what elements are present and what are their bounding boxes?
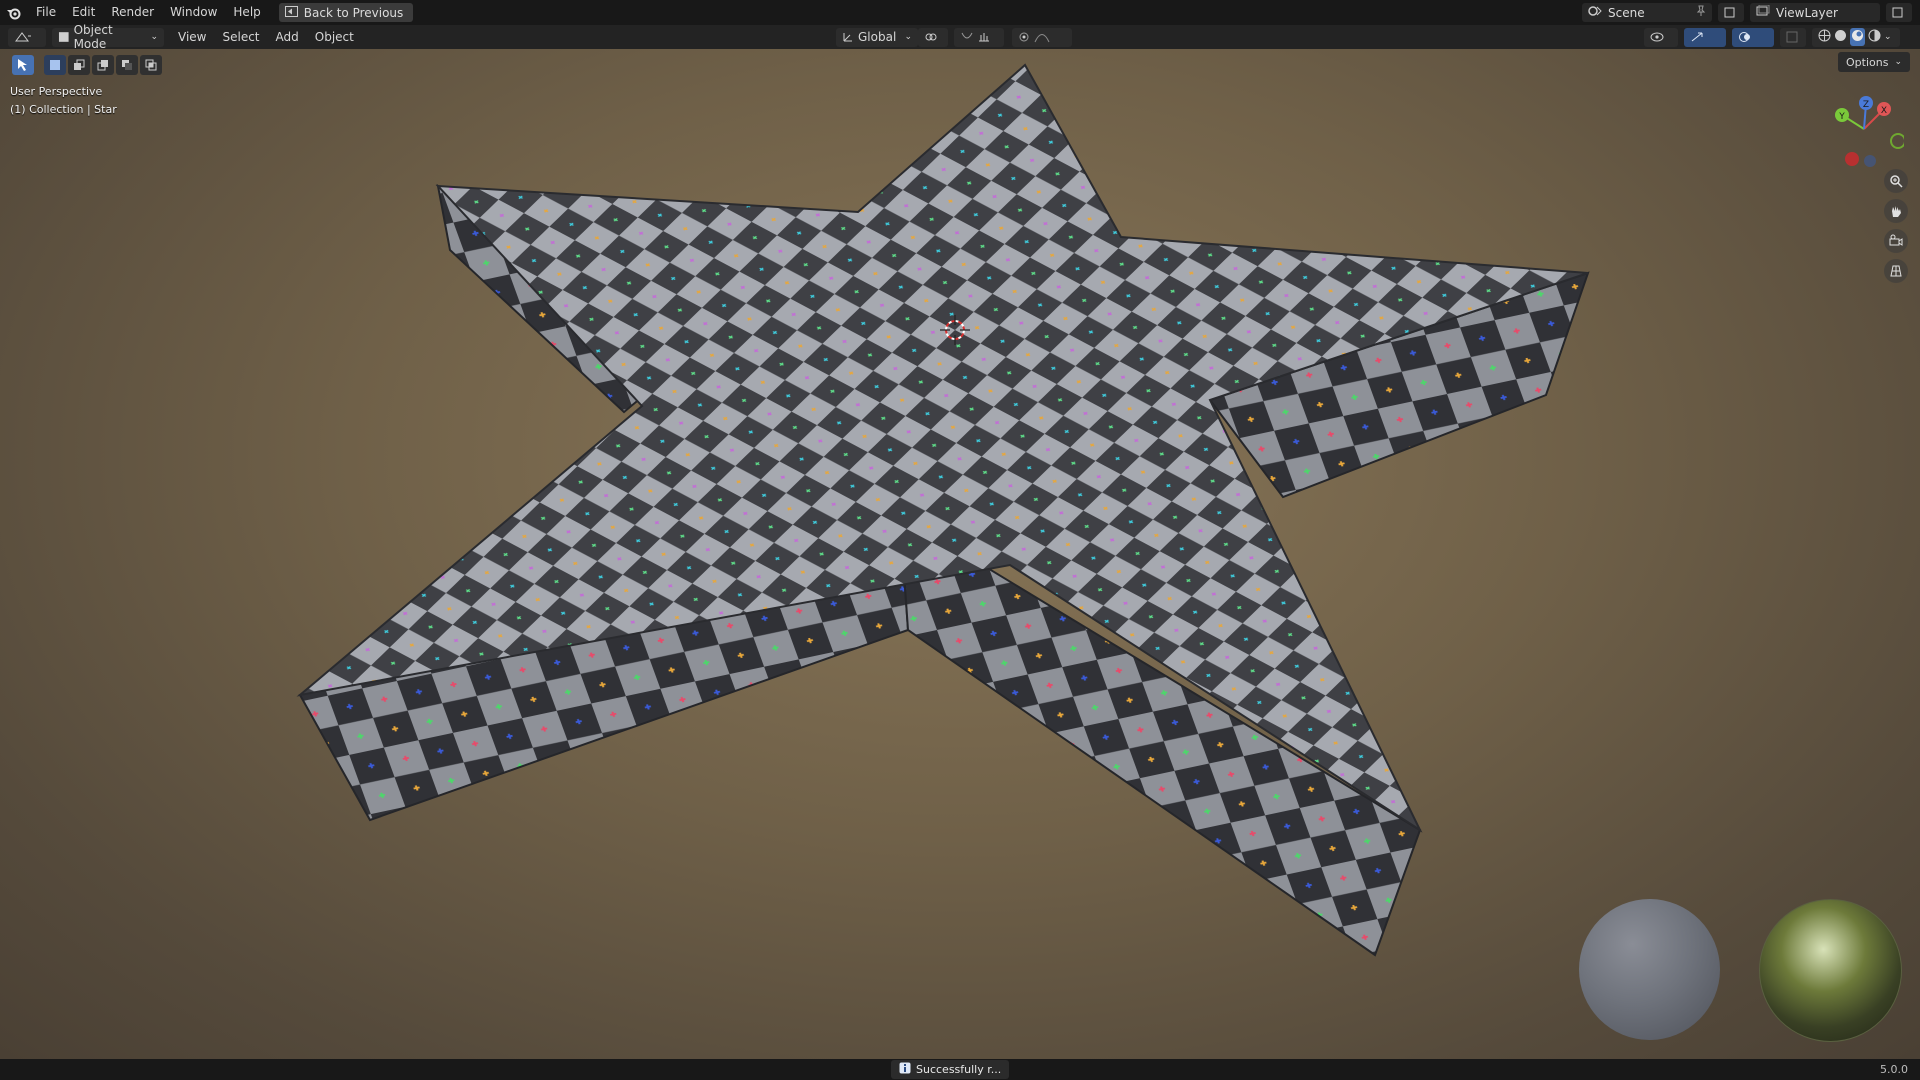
invert-selection-button[interactable] xyxy=(116,55,138,75)
menu-help[interactable]: Help xyxy=(225,0,268,25)
back-to-previous-label: Back to Previous xyxy=(303,5,404,20)
extend-selection-button[interactable] xyxy=(68,55,90,75)
xray-toggle-button[interactable] xyxy=(1780,27,1806,47)
menu-add[interactable]: Add xyxy=(268,25,307,50)
back-icon xyxy=(284,5,298,20)
collection-label: (1) Collection | Star xyxy=(10,103,117,116)
wireframe-shading-icon[interactable] xyxy=(1818,29,1831,45)
menu-object[interactable]: Object xyxy=(307,25,362,50)
snap-button[interactable] xyxy=(954,27,1004,47)
top-menu-bar: File Edit Render Window Help Back to Pre… xyxy=(0,0,1920,25)
viewport-header: Object Mode ⌄ View Select Add Object Glo… xyxy=(0,23,1920,51)
mode-dropdown[interactable]: Object Mode ⌄ xyxy=(52,23,164,51)
viewlayer-selector[interactable]: ViewLayer xyxy=(1750,3,1880,22)
grid-icon[interactable] xyxy=(1884,259,1908,283)
shading-mode-buttons: ⌄ xyxy=(1812,27,1900,47)
viewport-shading-controls: ⌄ xyxy=(1644,27,1900,47)
perspective-label: User Perspective xyxy=(10,85,103,98)
editor-type-button[interactable] xyxy=(8,27,46,47)
menu-edit[interactable]: Edit xyxy=(64,0,103,25)
camera-icon[interactable] xyxy=(1884,229,1908,253)
options-label: Options xyxy=(1846,55,1889,69)
back-to-previous-button[interactable]: Back to Previous xyxy=(278,3,414,22)
chevron-down-icon: ⌄ xyxy=(904,32,912,42)
blender-logo-icon[interactable] xyxy=(0,0,28,25)
new-scene-button[interactable] xyxy=(1718,3,1744,22)
chevron-down-icon[interactable]: ⌄ xyxy=(1884,32,1892,42)
menu-render[interactable]: Render xyxy=(103,0,162,25)
status-message[interactable]: Successfully r... xyxy=(891,1060,1010,1079)
new-selection-button[interactable] xyxy=(44,55,66,75)
material-shading-icon[interactable] xyxy=(1850,28,1865,46)
pin-icon[interactable] xyxy=(1696,5,1706,20)
proportional-edit-button[interactable] xyxy=(1012,27,1072,47)
solid-shading-icon[interactable] xyxy=(1834,29,1847,45)
subtract-selection-button[interactable] xyxy=(92,55,114,75)
top-right-controls: Scene ViewLayer xyxy=(1582,0,1920,25)
navigation-gizmo[interactable]: X Y Z xyxy=(1824,89,1904,169)
rendered-shading-icon[interactable] xyxy=(1868,29,1881,45)
gizmo-y-label: Y xyxy=(1838,112,1845,122)
gizmo-x-label: X xyxy=(1881,106,1887,116)
options-dropdown[interactable]: Options ⌄ xyxy=(1838,52,1910,72)
gizmo-z-label: Z xyxy=(1863,100,1869,110)
chevron-down-icon: ⌄ xyxy=(1894,57,1902,67)
pivot-point-button[interactable] xyxy=(918,27,948,47)
orientation-dropdown[interactable]: Global ⌄ xyxy=(836,27,918,47)
hdri-sphere-preview xyxy=(1759,899,1902,1042)
scene-icon xyxy=(1588,5,1602,20)
menu-window[interactable]: Window xyxy=(162,0,225,25)
scene-selector[interactable]: Scene xyxy=(1582,3,1712,22)
gizmo-toggle-button[interactable] xyxy=(1684,27,1726,47)
version-label: 5.0.0 xyxy=(1880,1063,1908,1076)
chevron-down-icon: ⌄ xyxy=(150,32,158,42)
3d-viewport[interactable]: User Perspective (1) Collection | Star X… xyxy=(0,49,1920,1059)
intersect-selection-button[interactable] xyxy=(140,55,162,75)
scene-name: Scene xyxy=(1608,5,1645,20)
menu-file[interactable]: File xyxy=(28,0,64,25)
mode-label: Object Mode xyxy=(73,23,113,51)
orientation-label: Global xyxy=(858,30,897,44)
new-viewlayer-button[interactable] xyxy=(1886,3,1912,22)
hand-icon[interactable] xyxy=(1884,199,1908,223)
viewlayer-name: ViewLayer xyxy=(1776,5,1838,20)
material-sphere-preview xyxy=(1579,899,1720,1040)
visibility-button[interactable] xyxy=(1644,27,1678,47)
select-tools-strip xyxy=(12,54,162,76)
menu-view[interactable]: View xyxy=(170,25,214,50)
menu-select[interactable]: Select xyxy=(214,25,267,50)
status-message-text: Successfully r... xyxy=(916,1063,1002,1076)
zoom-icon[interactable] xyxy=(1884,169,1908,193)
select-box-tool-button[interactable] xyxy=(12,55,34,75)
info-icon xyxy=(899,1062,911,1077)
status-bar: Successfully r... 5.0.0 xyxy=(0,1059,1920,1080)
overlay-toggle-button[interactable] xyxy=(1732,27,1774,47)
viewlayer-icon xyxy=(1756,4,1770,20)
